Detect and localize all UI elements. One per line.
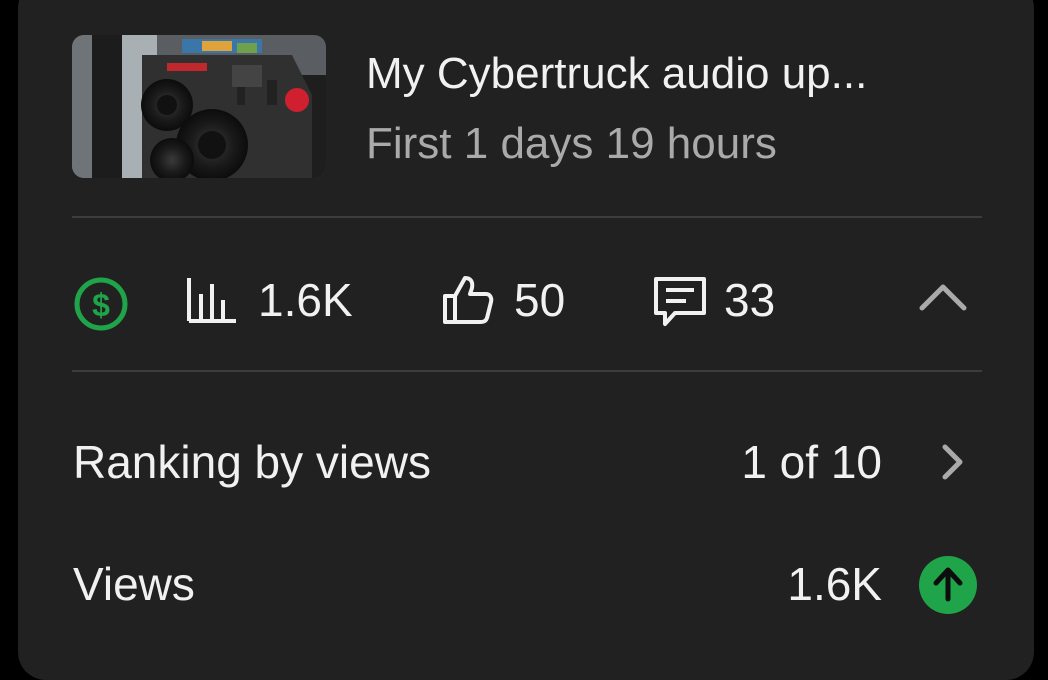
- bar-chart-icon: [186, 276, 238, 324]
- comment-icon[interactable]: [651, 274, 709, 328]
- views-value: 1.6K: [787, 558, 882, 610]
- video-title[interactable]: My Cybertruck audio up...: [366, 46, 966, 102]
- svg-text:$: $: [92, 287, 110, 323]
- chevron-right-icon[interactable]: [938, 442, 966, 482]
- arrow-up-icon: [918, 555, 978, 615]
- views-count: 1.6K: [258, 274, 353, 326]
- subwoofer-box-thumbnail: [72, 35, 326, 178]
- ranking-label: Ranking by views: [73, 436, 431, 488]
- video-thumbnail[interactable]: [72, 35, 326, 178]
- divider: [72, 370, 982, 372]
- dollar-circle-icon[interactable]: $: [73, 276, 129, 332]
- comments-count: 33: [724, 274, 776, 326]
- ranking-value: 1 of 10: [741, 436, 882, 488]
- divider: [72, 216, 982, 218]
- likes-count: 50: [514, 274, 566, 326]
- views-label: Views: [73, 558, 195, 610]
- video-age: First 1 days 19 hours: [366, 119, 777, 168]
- chevron-up-icon[interactable]: [918, 280, 968, 312]
- thumbs-up-icon[interactable]: [441, 274, 495, 326]
